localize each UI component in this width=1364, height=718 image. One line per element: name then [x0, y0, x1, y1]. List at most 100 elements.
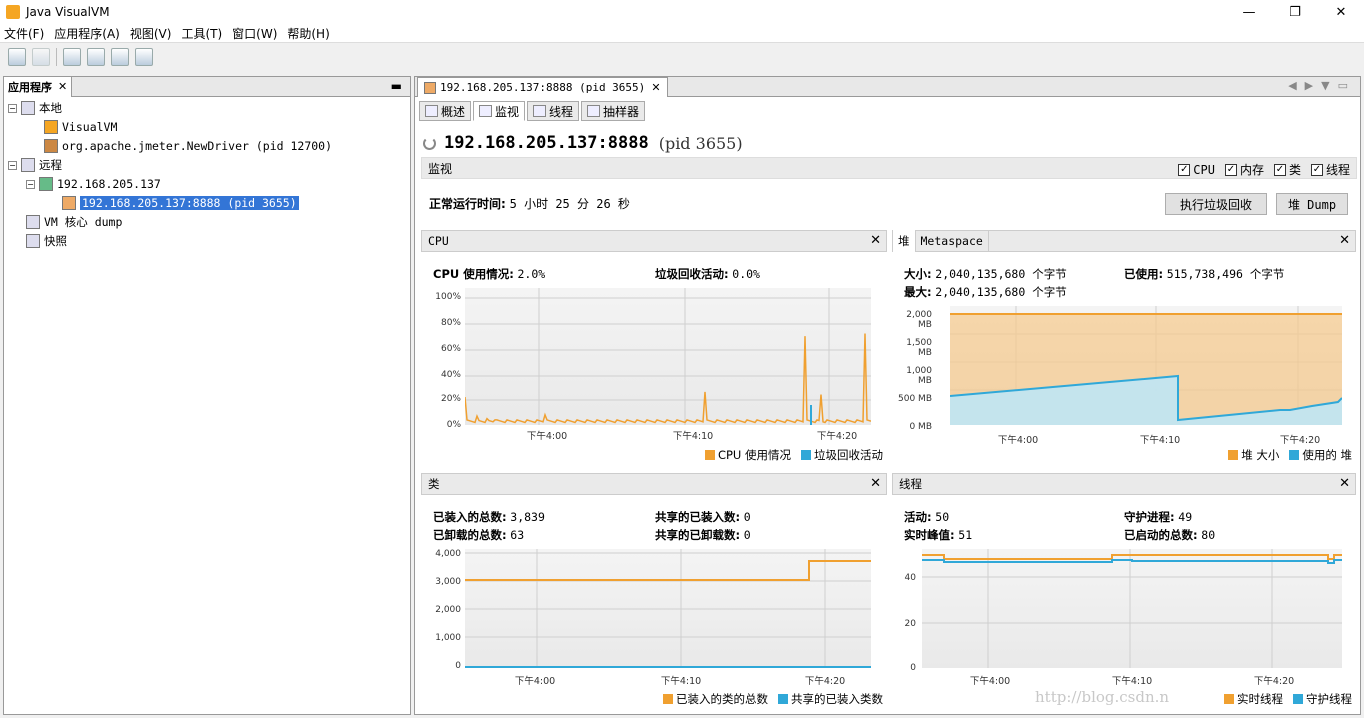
heap-dump-button[interactable]: 堆 Dump — [1276, 193, 1348, 215]
legend-swatch — [1293, 694, 1303, 704]
menu-window[interactable]: 窗口(W) — [232, 25, 277, 42]
tree-node-coredump[interactable]: VM 核心 dump — [26, 213, 122, 231]
threads-chart — [922, 549, 1342, 668]
stat-value: 0 — [743, 528, 751, 542]
remote-host-icon — [39, 177, 53, 191]
monitor-header: 监视 ✓ CPU ✓ 内存 ✓ 类 ✓ 线程 — [421, 157, 1357, 179]
monitor-label: 监视 — [428, 161, 453, 176]
daemon-threads-series — [922, 559, 1342, 564]
tree-node-snapshots[interactable]: 快照 — [26, 232, 67, 250]
legend-label: 使用的 堆 — [1302, 448, 1352, 462]
classes-panel-header: 类 ✕ — [421, 473, 887, 495]
legend-label: 共享的已装入类数 — [791, 692, 883, 706]
minimize-panel-icon[interactable]: ▬ — [391, 79, 402, 93]
menu-file[interactable]: 文件(F) — [4, 25, 44, 42]
stat-label: 实时峰值: — [904, 528, 955, 542]
document-tab-bar: 192.168.205.137:8888 (pid 3655) ✕ ◀▶▼▭ — [415, 77, 1360, 97]
close-icon[interactable]: ✕ — [1339, 476, 1350, 491]
check-icon: ✓ — [1178, 163, 1191, 176]
stat-value: 2,040,135,680 个字节 — [935, 267, 1067, 281]
legend-swatch — [801, 450, 811, 460]
classes-shared-loaded: 共享的已装入数: 0 — [655, 509, 751, 525]
process-tab[interactable]: 192.168.205.137:8888 (pid 3655) ✕ — [417, 77, 668, 97]
classes-unloaded: 已卸载的总数: 63 — [433, 527, 524, 543]
menu-help[interactable]: 帮助(H) — [287, 25, 329, 42]
tab-navigation-icons[interactable]: ◀▶▼▭ — [1288, 79, 1356, 92]
x-tick-label: 下午4:10 — [1111, 676, 1153, 687]
jmx-icon — [424, 81, 436, 94]
tree-label: 远程 — [39, 158, 62, 172]
save-icon[interactable] — [32, 47, 50, 66]
collapse-icon[interactable]: − — [26, 179, 35, 189]
perform-gc-button[interactable]: 执行垃圾回收 — [1165, 193, 1267, 215]
checkbox-label: 线程 — [1325, 163, 1350, 177]
close-icon[interactable]: ✕ — [58, 80, 67, 93]
threads-checkbox[interactable]: ✓ 线程 — [1310, 161, 1350, 178]
stat-value: 80 — [1201, 528, 1216, 542]
menu-view[interactable]: 视图(V) — [130, 25, 172, 42]
tree-node-visualvm[interactable]: VisualVM — [44, 118, 117, 136]
tab-overview[interactable]: 概述 — [419, 101, 472, 121]
panel-title: CPU — [428, 234, 449, 248]
add-snapshot-icon[interactable] — [135, 47, 153, 66]
tree-node-local[interactable]: − 本地 — [8, 99, 62, 117]
stat-value: 50 — [935, 510, 950, 524]
y-tick-label: 500 MB — [898, 394, 932, 404]
sampler-icon — [587, 105, 601, 117]
close-icon[interactable]: ✕ — [651, 81, 660, 94]
heap-chart — [950, 306, 1342, 425]
maximize-button[interactable]: ❐ — [1272, 0, 1318, 24]
x-tick-label: 下午4:20 — [816, 431, 858, 442]
cpu-legend: CPU 使用情况 垃圾回收活动 — [695, 447, 883, 463]
cpu-checkbox[interactable]: ✓ CPU — [1178, 161, 1215, 178]
check-icon: ✓ — [1310, 163, 1323, 176]
applications-tab[interactable]: 应用程序 ✕ — [4, 76, 73, 97]
threads-legend: 实时线程 守护线程 — [1214, 691, 1352, 707]
info-icon — [425, 105, 438, 117]
threads-daemon: 守护进程: 49 — [1124, 509, 1192, 525]
load-snapshot-icon[interactable] — [8, 47, 26, 66]
tab-threads[interactable]: 线程 — [527, 101, 580, 121]
y-tick-label: 4,000 — [435, 549, 461, 559]
tab-label: 抽样器 — [603, 104, 640, 119]
y-tick-label: 0 — [455, 661, 461, 671]
tree-node-remote[interactable]: − 远程 — [8, 156, 62, 174]
gc-activity: 垃圾回收活动: 0.0% — [655, 266, 760, 282]
classes-checkbox[interactable]: ✓ 类 — [1273, 161, 1301, 178]
collapse-icon[interactable]: − — [8, 160, 17, 170]
process-tab-label: 192.168.205.137:8888 (pid 3655) — [440, 81, 646, 94]
menu-applications[interactable]: 应用程序(A) — [54, 25, 120, 42]
snapshot-icon — [26, 234, 40, 248]
y-tick-label: 0 — [910, 663, 916, 673]
close-icon[interactable]: ✕ — [1339, 233, 1350, 248]
heap-panel-header: 堆 Metaspace ✕ — [892, 230, 1356, 252]
add-remote-host-icon[interactable] — [87, 47, 105, 66]
minimize-button[interactable]: — — [1226, 0, 1272, 24]
collapse-icon[interactable]: − — [8, 103, 17, 113]
classes-panel: 类 ✕ 已装入的总数: 3,839 共享的已装入数: 0 已卸载的总数: 63 共… — [421, 473, 887, 711]
tree-node-remote-host[interactable]: − 192.168.205.137 — [26, 175, 161, 193]
stat-value: 2.0% — [517, 267, 546, 281]
stat-value: 2,040,135,680 个字节 — [935, 285, 1067, 299]
add-vm-coredump-icon[interactable] — [111, 47, 129, 66]
uptime: 正常运行时间: 5 小时 25 分 26 秒 — [429, 195, 630, 212]
y-tick-label: 1,500 MB — [906, 338, 932, 358]
tab-heap[interactable]: 堆 — [893, 230, 916, 252]
x-tick-label: 下午4:10 — [672, 431, 714, 442]
tab-monitor[interactable]: 监视 — [473, 101, 526, 121]
menu-tools[interactable]: 工具(T) — [181, 25, 222, 42]
stat-value: 63 — [510, 528, 525, 542]
tree-label: 快照 — [44, 234, 67, 248]
stat-value: 0 — [743, 510, 751, 524]
tree-node-jmeter[interactable]: org.apache.jmeter.NewDriver (pid 12700) — [44, 137, 332, 155]
memory-checkbox[interactable]: ✓ 内存 — [1224, 161, 1264, 178]
close-icon[interactable]: ✕ — [870, 476, 881, 491]
tab-sampler[interactable]: 抽样器 — [581, 101, 646, 121]
close-button[interactable]: ✕ — [1318, 0, 1364, 24]
stat-label: 已卸载的总数: — [433, 528, 507, 542]
add-jmx-connection-icon[interactable] — [63, 47, 81, 66]
close-icon[interactable]: ✕ — [870, 233, 881, 248]
tree-node-jmx-process[interactable]: 192.168.205.137:8888 (pid 3655) — [62, 194, 299, 212]
tab-metaspace[interactable]: Metaspace — [916, 230, 989, 252]
y-tick-label: 3,000 — [435, 577, 461, 587]
